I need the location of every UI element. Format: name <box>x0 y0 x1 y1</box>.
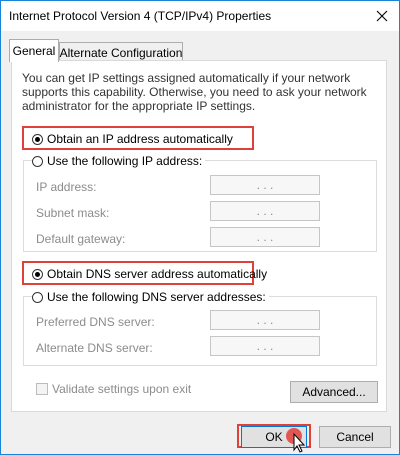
validate-settings-row: Validate settings upon exit <box>36 382 191 396</box>
preferred-dns-input[interactable]: . . . <box>210 310 320 330</box>
ipv4-properties-dialog: Internet Protocol Version 4 (TCP/IPv4) P… <box>0 0 400 455</box>
dns-auto-radio[interactable] <box>32 268 43 280</box>
dns-manual-radio-row[interactable]: Use the following DNS server addresses: <box>32 290 269 304</box>
dns-auto-radio-row[interactable]: Obtain DNS server address automatically <box>32 267 267 281</box>
intro-paragraph: You can get IP settings assigned automat… <box>22 71 367 113</box>
subnet-mask-input[interactable]: . . . <box>210 201 320 221</box>
validate-settings-checkbox <box>36 383 48 395</box>
tab-alternate-configuration-label: Alternate Configuration <box>59 45 183 60</box>
ip-manual-label: Use the following IP address: <box>47 154 203 168</box>
tab-general[interactable]: General <box>9 39 59 62</box>
default-gateway-input[interactable]: . . . <box>210 227 320 247</box>
ip-auto-radio[interactable] <box>32 133 43 145</box>
intro-text: You can get IP settings assigned automat… <box>22 71 378 113</box>
default-gateway-dots: . . . <box>256 230 274 244</box>
subnet-mask-dots: . . . <box>256 204 274 218</box>
close-button[interactable] <box>365 1 399 31</box>
ip-address-input[interactable]: . . . <box>210 175 320 195</box>
preferred-dns-label: Preferred DNS server: <box>36 315 155 329</box>
ip-auto-label: Obtain an IP address automatically <box>47 132 233 146</box>
dns-manual-label: Use the following DNS server addresses: <box>47 290 266 304</box>
title-bar: Internet Protocol Version 4 (TCP/IPv4) P… <box>1 1 399 31</box>
advanced-button-label: Advanced... <box>302 385 366 399</box>
alternate-dns-input[interactable]: . . . <box>210 336 320 356</box>
ip-auto-radio-row[interactable]: Obtain an IP address automatically <box>32 132 233 146</box>
ip-address-dots: . . . <box>256 178 274 192</box>
ip-address-label: IP address: <box>36 180 97 194</box>
subnet-mask-label: Subnet mask: <box>36 206 110 220</box>
advanced-button[interactable]: Advanced... <box>290 381 378 403</box>
alternate-dns-label: Alternate DNS server: <box>36 341 153 355</box>
cancel-button[interactable]: Cancel <box>319 426 391 448</box>
ip-manual-radio-row[interactable]: Use the following IP address: <box>32 154 206 168</box>
general-tab-panel: You can get IP settings assigned automat… <box>11 60 387 412</box>
close-icon <box>376 10 388 22</box>
click-cursor-icon <box>286 428 306 453</box>
validate-settings-label: Validate settings upon exit <box>52 382 192 396</box>
cancel-button-label: Cancel <box>336 430 374 444</box>
preferred-dns-dots: . . . <box>256 313 274 327</box>
alternate-dns-dots: . . . <box>256 339 274 353</box>
tab-general-label: General <box>12 44 56 58</box>
dns-manual-radio[interactable] <box>32 291 43 303</box>
window-title: Internet Protocol Version 4 (TCP/IPv4) P… <box>9 9 272 23</box>
default-gateway-label: Default gateway: <box>36 232 126 246</box>
dns-auto-label: Obtain DNS server address automatically <box>47 267 268 281</box>
tab-alternate-configuration[interactable]: Alternate Configuration <box>59 42 183 62</box>
ip-manual-radio[interactable] <box>32 155 43 167</box>
ok-button-label: OK <box>265 430 283 444</box>
dns-manual-group <box>23 296 377 366</box>
